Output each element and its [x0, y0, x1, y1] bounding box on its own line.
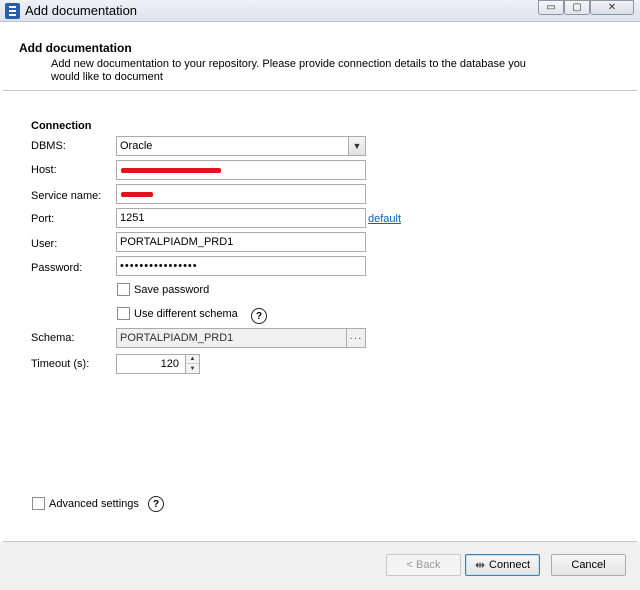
app-icon [5, 3, 20, 19]
save-password-checkbox[interactable] [117, 283, 130, 296]
dbms-select[interactable]: Oracle ▼ [116, 136, 366, 156]
header-title: Add documentation [19, 41, 132, 55]
plug-icon: ⇹ [474, 558, 486, 572]
timeout-value: 120 [160, 358, 179, 370]
use-different-schema-checkbox[interactable] [117, 307, 130, 320]
schema-value: PORTALPIADM_PRD1 [120, 332, 234, 344]
back-label: < Back [406, 559, 441, 571]
window-title: Add documentation [25, 3, 138, 18]
dialog-header: Add documentation Add new documentation … [0, 36, 640, 90]
port-label: Port: [31, 213, 55, 225]
title-bar: Add documentation ▭ ▢ ✕ [0, 0, 640, 22]
schema-browse-button[interactable]: ··· [346, 329, 365, 347]
connect-button[interactable]: ⇹ Connect [465, 554, 540, 576]
dialog-footer [0, 542, 640, 590]
advanced-settings-checkbox[interactable] [32, 497, 45, 510]
cancel-label: Cancel [571, 559, 606, 571]
header-divider [3, 90, 637, 91]
close-button[interactable]: ✕ [590, 0, 634, 15]
port-input[interactable]: 1251 [116, 208, 366, 228]
section-title-connection: Connection [31, 120, 92, 132]
chevron-down-icon[interactable]: ▼ [348, 137, 365, 155]
use-different-schema-label: Use different schema [134, 308, 238, 320]
maximize-button[interactable]: ▢ [564, 0, 590, 15]
schema-label: Schema: [31, 332, 75, 344]
schema-input[interactable]: PORTALPIADM_PRD1 ··· [116, 328, 366, 348]
header-description: Add new documentation to your repository… [51, 58, 526, 83]
password-value: •••••••••••••••• [120, 260, 198, 272]
connect-label: Connect [489, 559, 531, 571]
redaction-mark [121, 168, 221, 173]
chevron-down-icon[interactable]: ▼ [186, 364, 199, 373]
dbms-label: DBMS: [31, 140, 66, 152]
cancel-button[interactable]: Cancel [551, 554, 626, 576]
spinner-buttons[interactable]: ▲ ▼ [185, 355, 199, 373]
minimize-button[interactable]: ▭ [538, 0, 564, 15]
password-input[interactable]: •••••••••••••••• [116, 256, 366, 276]
service-name-label: Service name: [31, 190, 102, 202]
save-password-label: Save password [134, 284, 210, 296]
service-name-input[interactable] [116, 184, 366, 204]
back-button[interactable]: < Back [386, 554, 461, 576]
advanced-settings-label: Advanced settings [49, 498, 139, 510]
dbms-value: Oracle [120, 140, 153, 152]
password-label: Password: [31, 262, 83, 274]
port-default-link[interactable]: default [368, 213, 401, 225]
user-label: User: [31, 238, 58, 250]
host-label: Host: [31, 164, 57, 176]
timeout-stepper[interactable]: 120 ▲ ▼ [116, 354, 200, 374]
help-icon[interactable]: ? [148, 496, 164, 512]
timeout-label: Timeout (s): [31, 358, 90, 370]
chevron-up-icon[interactable]: ▲ [186, 355, 199, 364]
user-input[interactable]: PORTALPIADM_PRD1 [116, 232, 366, 252]
port-value: 1251 [120, 212, 145, 224]
user-value: PORTALPIADM_PRD1 [120, 236, 234, 248]
help-icon[interactable]: ? [251, 308, 267, 324]
host-input[interactable] [116, 160, 366, 180]
redaction-mark [121, 192, 153, 197]
